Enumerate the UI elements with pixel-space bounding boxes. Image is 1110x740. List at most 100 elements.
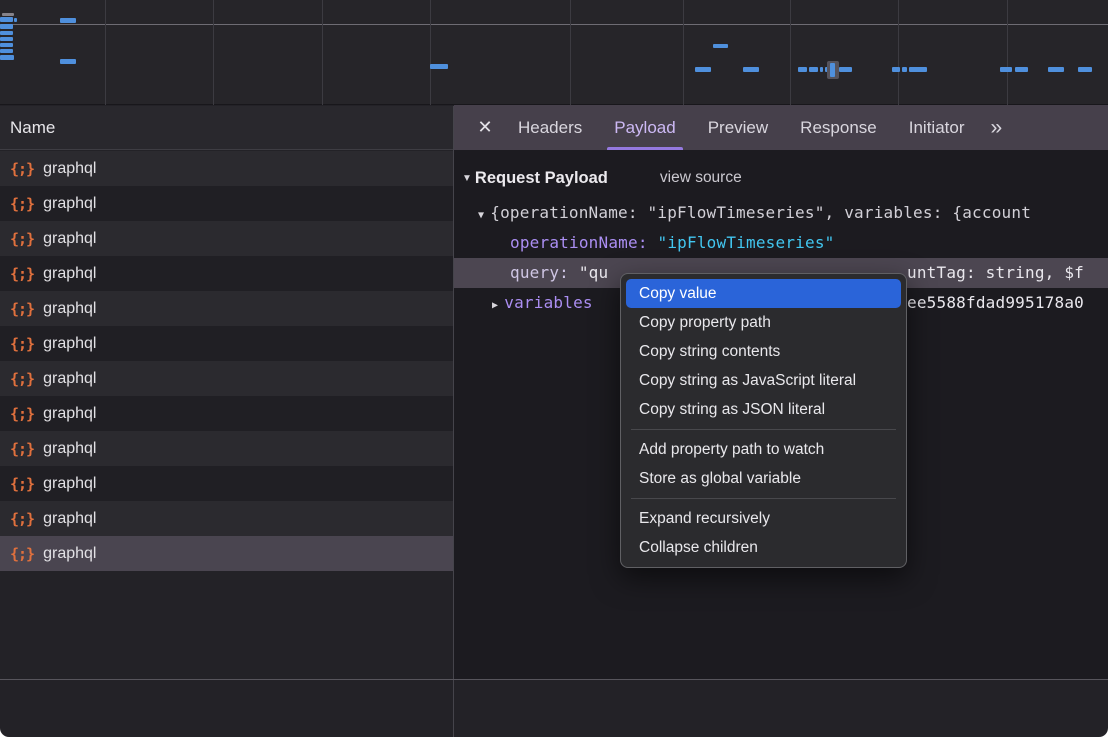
request-timing-bar [809, 67, 818, 72]
json-braces-icon: {;} [10, 405, 34, 423]
timeline-gridline [570, 0, 571, 105]
request-timing-bar [0, 43, 13, 47]
request-row-graphql[interactable]: {;} graphql [0, 396, 453, 431]
request-row-graphql[interactable]: {;} graphql [0, 501, 453, 536]
request-name: graphql [43, 405, 96, 423]
json-braces-icon: {;} [10, 475, 34, 493]
json-braces-icon: {;} [10, 510, 34, 528]
detail-tabbar: ✕ Headers Payload Preview Response Initi… [454, 105, 1108, 150]
view-source-link[interactable]: view source [660, 169, 742, 187]
request-name: graphql [43, 265, 96, 283]
request-timing-bar [1078, 67, 1092, 72]
request-row-graphql[interactable]: {;} graphql [0, 221, 453, 256]
request-row-graphql[interactable]: {;} graphql [0, 256, 453, 291]
request-timing-bar [1015, 67, 1028, 72]
property-key: variables [504, 293, 593, 312]
request-timing-bar [14, 18, 17, 22]
collapsed-triangle-icon[interactable]: ▶ [492, 300, 498, 311]
json-braces-icon: {;} [10, 265, 34, 283]
request-name: graphql [43, 370, 96, 388]
property-value-right: untTag: string, $f [907, 258, 1084, 288]
menu-item-copy-string-js-literal[interactable]: Copy string as JavaScript literal [621, 366, 906, 395]
summary-bar-divider [0, 679, 1108, 680]
tab-headers[interactable]: Headers [518, 105, 582, 150]
network-overview-timeline[interactable] [0, 0, 1108, 105]
request-timing-bar [2, 13, 14, 16]
request-timing-bar [60, 59, 76, 64]
json-braces-icon: {;} [10, 230, 34, 248]
more-tabs-icon[interactable]: » [990, 116, 1002, 140]
request-timing-bar [0, 31, 13, 35]
request-row-graphql[interactable]: {;}graphql [0, 186, 453, 221]
json-braces-icon: {;} [10, 440, 34, 458]
menu-separator [631, 429, 896, 430]
property-value-right: ee5588fdad995178a0 [907, 288, 1084, 318]
name-column-label: Name [10, 118, 55, 138]
menu-item-expand-recursively[interactable]: Expand recursively [621, 504, 906, 533]
menu-item-add-property-path-to-watch[interactable]: Add property path to watch [621, 435, 906, 464]
request-timing-bar [798, 67, 807, 72]
tab-initiator[interactable]: Initiator [909, 105, 965, 150]
request-row-graphql[interactable]: {;} graphql [0, 151, 453, 186]
request-timing-bar [60, 18, 76, 23]
request-name: graphql [43, 335, 96, 353]
request-timing-bar [839, 67, 852, 72]
request-name: graphql [43, 440, 96, 458]
request-row-graphql[interactable]: {;}graphql [0, 466, 453, 501]
property-value-left: "qu [579, 263, 609, 282]
expanded-triangle-icon[interactable]: ▼ [478, 210, 484, 221]
devtools-window: Name {;} graphql {;} graphql {;} graphql {;… [0, 0, 1108, 737]
request-name: graphql [43, 510, 96, 528]
json-braces-icon: {;} [10, 160, 34, 178]
request-name: graphql [43, 300, 96, 318]
menu-separator [631, 498, 896, 499]
name-column-header[interactable]: Name [0, 106, 453, 150]
section-title: Request Payload [475, 169, 608, 188]
tab-payload[interactable]: Payload [614, 105, 675, 150]
tree-row-operation-name[interactable]: operationName: "ipFlowTimeseries" [454, 228, 1108, 258]
tab-preview[interactable]: Preview [708, 105, 768, 150]
timeline-gridline [105, 0, 106, 105]
menu-item-copy-value[interactable]: Copy value [626, 279, 901, 308]
request-timing-bar [0, 37, 13, 41]
menu-item-copy-string-contents[interactable]: Copy string contents [621, 337, 906, 366]
request-row-graphql[interactable]: {;}graphql [0, 326, 453, 361]
request-name: graphql [43, 195, 96, 213]
request-name: graphql [43, 160, 96, 178]
property-value: "ipFlowTimeseries" [658, 233, 835, 252]
request-row-graphql[interactable]: {;} graphql [0, 361, 453, 396]
request-timing-bar [430, 64, 448, 69]
json-braces-icon: {;} [10, 545, 34, 563]
json-braces-icon: {;} [10, 370, 34, 388]
timeline-gridline [898, 0, 899, 105]
timeline-gridline [213, 0, 214, 105]
request-row-graphql-selected[interactable]: {;}graphql [0, 536, 453, 571]
tree-row-root[interactable]: ▼ {operationName: "ipFlowTimeseries", var… [454, 198, 1108, 228]
request-timing-bar [0, 24, 13, 29]
request-timing-bar [0, 17, 13, 22]
timeline-gridline [1007, 0, 1008, 105]
timeline-gridline [430, 0, 431, 105]
menu-item-copy-property-path[interactable]: Copy property path [621, 308, 906, 337]
request-timing-bar [1048, 67, 1064, 72]
request-row-graphql[interactable]: {;}graphql [0, 291, 453, 326]
request-timing-bar [1000, 67, 1012, 72]
close-icon[interactable]: ✕ [468, 117, 502, 138]
timeline-baseline [0, 24, 1108, 25]
request-timing-bar [892, 67, 900, 72]
object-preview: {operationName: "ipFlowTimeseries", vari… [490, 203, 1031, 222]
request-timing-bar [820, 67, 823, 72]
request-row-graphql[interactable]: {;} graphql [0, 431, 453, 466]
request-timing-bar [713, 44, 728, 48]
menu-item-store-as-global-variable[interactable]: Store as global variable [621, 464, 906, 493]
request-timing-bar [902, 67, 907, 72]
request-timing-bar [909, 67, 927, 72]
request-timing-bar [695, 67, 711, 72]
request-payload-header: ▼ Request Payload view source [454, 158, 1108, 198]
section-expanded-icon[interactable]: ▼ [462, 173, 472, 184]
menu-item-collapse-children[interactable]: Collapse children [621, 533, 906, 562]
menu-item-copy-string-json-literal[interactable]: Copy string as JSON literal [621, 395, 906, 424]
request-list: {;} graphql {;} graphql {;} graphql {;} grap… [0, 151, 453, 571]
tab-response[interactable]: Response [800, 105, 877, 150]
request-name: graphql [43, 230, 96, 248]
